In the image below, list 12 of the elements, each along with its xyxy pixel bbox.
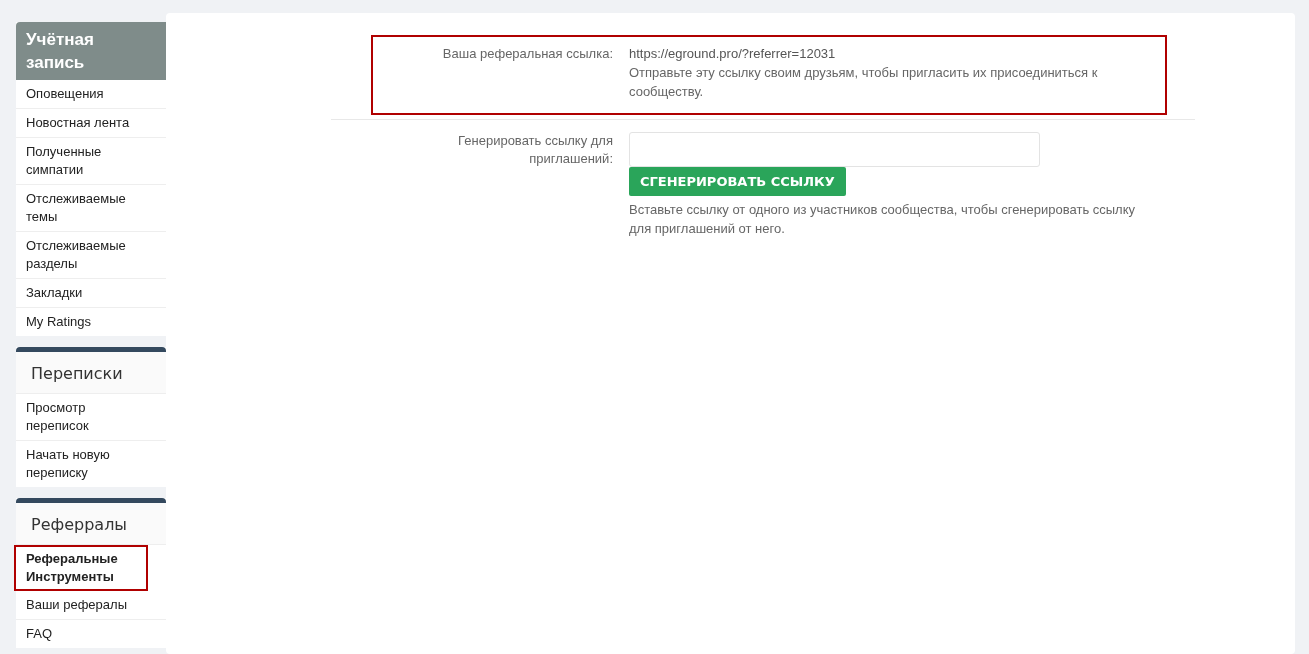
sidebar-item[interactable]: My Ratings bbox=[16, 308, 166, 336]
section-heading: Переписки bbox=[16, 347, 166, 394]
sidebar-item[interactable]: FAQ bbox=[16, 620, 166, 648]
section-heading: Реферралы bbox=[16, 498, 166, 545]
hint-text: Вставьте ссылку от одного из участников сообщества, чтобы сгенерировать ссылку для приглашений от него. bbox=[629, 201, 1137, 238]
sidebar-item[interactable]: Начать новую переписку bbox=[16, 441, 166, 487]
hint-text: Отправьте эту ссылку своим друзьям, чтобы пригласить их присоединиться к сообществу. bbox=[629, 64, 1099, 101]
field-label: Генерировать ссылку для приглашений: bbox=[457, 132, 613, 168]
link-input-field[interactable] bbox=[629, 132, 1040, 167]
sidebar-item[interactable]: Реферальные Инструменты bbox=[14, 545, 148, 591]
section-heading: Учётная запись bbox=[16, 22, 166, 80]
field-label: Ваша реферальная ссылка: bbox=[441, 45, 613, 63]
